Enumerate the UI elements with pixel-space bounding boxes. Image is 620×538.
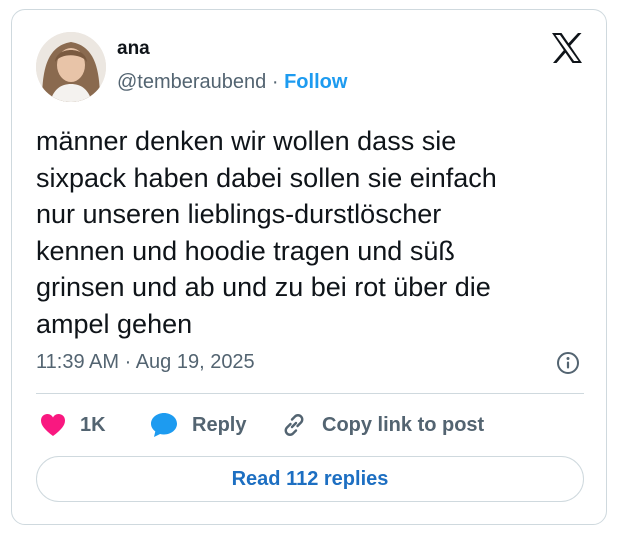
avatar[interactable] — [36, 32, 106, 102]
divider — [36, 393, 584, 394]
avatar-image — [36, 32, 106, 102]
tweet-text: männer denken wir wollen dass sie sixpac… — [36, 126, 497, 339]
copy-link-label: Copy link to post — [322, 413, 485, 436]
heart-icon — [41, 414, 65, 436]
author-handle-row: @temberaubend · Follow — [117, 70, 347, 94]
author-name[interactable]: ana — [117, 38, 150, 60]
tweet-timestamp[interactable]: 11:39 AM · Aug 19, 2025 — [36, 350, 255, 374]
info-icon[interactable] — [556, 351, 580, 375]
copy-link-button[interactable]: Copy link to post — [280, 410, 484, 440]
handle-separator: · — [271, 71, 279, 93]
reply-button[interactable]: Reply — [150, 410, 246, 440]
like-count: 1K — [80, 413, 106, 436]
like-button[interactable]: 1K — [40, 410, 106, 440]
reply-icon — [151, 413, 177, 437]
x-logo-icon[interactable] — [550, 32, 584, 64]
link-icon — [284, 414, 304, 436]
follow-link[interactable]: Follow — [284, 71, 347, 93]
reply-label: Reply — [192, 413, 247, 436]
read-replies-button[interactable]: Read 112 replies — [36, 456, 584, 502]
author-handle[interactable]: @temberaubend — [117, 71, 266, 93]
tweet-card: ana @temberaubend · Follow männer denken… — [11, 9, 607, 525]
